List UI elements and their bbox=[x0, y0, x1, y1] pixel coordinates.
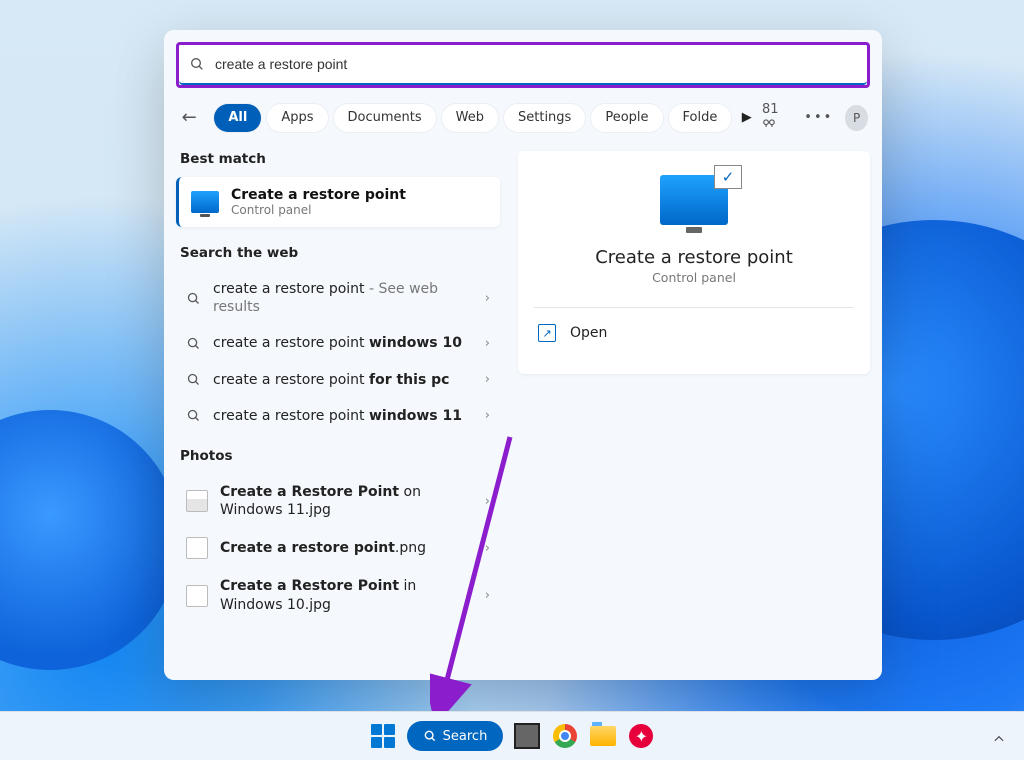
search-icon bbox=[186, 336, 201, 351]
web-result[interactable]: create a restore point windows 11 › bbox=[176, 398, 500, 434]
task-view-icon bbox=[514, 723, 540, 749]
pinned-app[interactable]: ✦ bbox=[627, 722, 655, 750]
filter-row: ← All Apps Documents Web Settings People… bbox=[178, 102, 868, 133]
photo-result[interactable]: Create a Restore Point on Windows 11.jpg… bbox=[176, 474, 500, 528]
monitor-icon bbox=[191, 191, 219, 213]
image-thumbnail-icon bbox=[186, 490, 208, 512]
chrome-app[interactable] bbox=[551, 722, 579, 750]
chevron-up-icon bbox=[992, 732, 1006, 746]
detail-subtitle: Control panel bbox=[534, 270, 854, 285]
filter-all[interactable]: All bbox=[214, 104, 261, 132]
taskbar-search-label: Search bbox=[443, 729, 488, 744]
search-icon bbox=[186, 372, 201, 387]
app-icon: ✦ bbox=[629, 724, 653, 748]
search-icon bbox=[186, 291, 201, 306]
open-external-icon: ↗ bbox=[538, 324, 556, 342]
start-button[interactable] bbox=[369, 722, 397, 750]
photos-heading: Photos bbox=[180, 448, 496, 464]
chevron-right-icon: › bbox=[485, 541, 490, 556]
filter-settings[interactable]: Settings bbox=[504, 104, 585, 132]
search-highlight-annotation bbox=[176, 42, 870, 88]
show-hidden-icons[interactable] bbox=[992, 732, 1006, 746]
back-arrow-icon[interactable]: ← bbox=[178, 107, 200, 128]
detail-pane: ✓ Create a restore point Control panel ↗… bbox=[518, 151, 870, 374]
search-web-heading: Search the web bbox=[180, 245, 496, 261]
chevron-right-icon: › bbox=[485, 588, 490, 603]
chrome-icon bbox=[553, 724, 577, 748]
open-action[interactable]: ↗ Open bbox=[534, 316, 854, 350]
chevron-right-icon: › bbox=[485, 408, 490, 423]
filter-apps[interactable]: Apps bbox=[267, 104, 327, 132]
search-icon bbox=[423, 729, 437, 743]
account-avatar[interactable]: P bbox=[845, 105, 868, 131]
more-options-icon[interactable]: ••• bbox=[804, 110, 833, 125]
best-match-result[interactable]: Create a restore point Control panel bbox=[176, 177, 500, 227]
search-input[interactable] bbox=[213, 55, 857, 73]
taskbar: Search ✦ bbox=[0, 711, 1024, 760]
filter-people[interactable]: People bbox=[591, 104, 662, 132]
web-result[interactable]: create a restore point - See web results… bbox=[176, 271, 500, 325]
filter-documents[interactable]: Documents bbox=[334, 104, 436, 132]
file-explorer-app[interactable] bbox=[589, 722, 617, 750]
photo-result[interactable]: Create a Restore Point in Windows 10.jpg… bbox=[176, 568, 500, 622]
best-match-subtitle: Control panel bbox=[231, 203, 406, 217]
open-label: Open bbox=[570, 325, 607, 341]
image-thumbnail-icon bbox=[186, 537, 208, 559]
search-flyout: ← All Apps Documents Web Settings People… bbox=[164, 30, 882, 680]
taskbar-search-button[interactable]: Search bbox=[407, 721, 504, 751]
checkmark-icon: ✓ bbox=[714, 165, 742, 189]
best-match-heading: Best match bbox=[180, 151, 496, 167]
search-icon bbox=[189, 56, 205, 72]
best-match-title: Create a restore point bbox=[231, 187, 406, 203]
rewards-points[interactable]: 81 bbox=[762, 102, 792, 133]
detail-title: Create a restore point bbox=[534, 247, 854, 268]
photo-result[interactable]: Create a restore point.png › bbox=[176, 528, 500, 568]
windows-logo-icon bbox=[371, 724, 395, 748]
chevron-right-icon: › bbox=[485, 336, 490, 351]
search-box[interactable] bbox=[179, 45, 867, 85]
web-result[interactable]: create a restore point for this pc › bbox=[176, 362, 500, 398]
filter-folders[interactable]: Folde bbox=[669, 104, 732, 132]
chevron-right-icon: › bbox=[485, 372, 490, 387]
search-icon bbox=[186, 408, 201, 423]
filter-web[interactable]: Web bbox=[442, 104, 498, 132]
image-thumbnail-icon bbox=[186, 585, 208, 607]
chevron-right-icon: › bbox=[485, 291, 490, 306]
task-view-button[interactable] bbox=[513, 722, 541, 750]
filter-more-icon[interactable]: ▶ bbox=[737, 104, 756, 132]
folder-icon bbox=[590, 726, 616, 746]
chevron-right-icon: › bbox=[485, 494, 490, 509]
web-result[interactable]: create a restore point windows 10 › bbox=[176, 325, 500, 361]
